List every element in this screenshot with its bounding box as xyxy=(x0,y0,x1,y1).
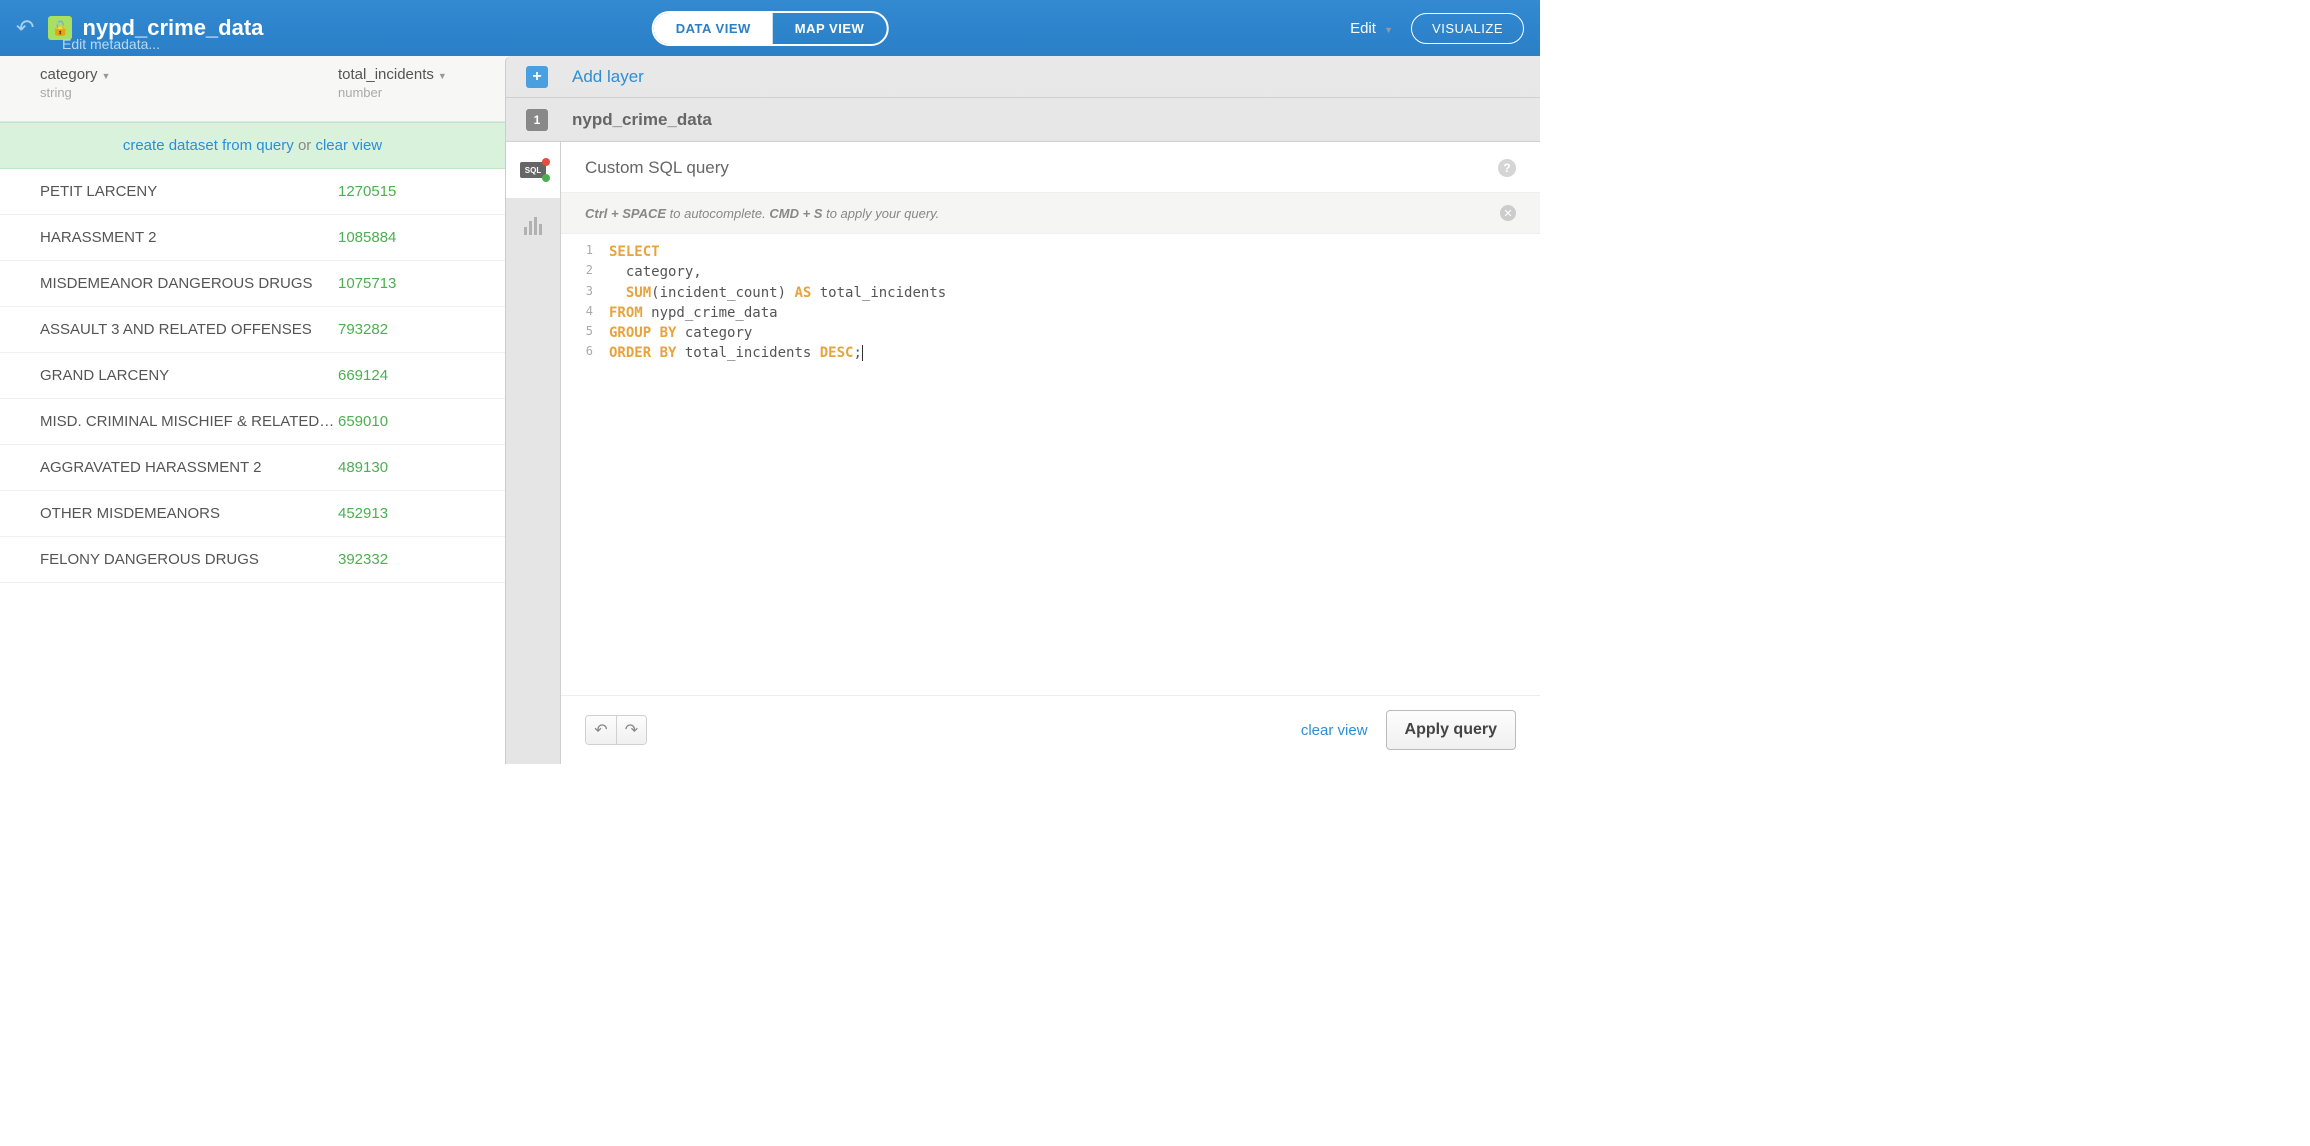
sql-code-editor[interactable]: 1SELECT2 category,3 SUM(incident_count) … xyxy=(561,234,1540,364)
view-toggle: DATA VIEW MAP VIEW xyxy=(652,11,889,46)
edit-metadata-link[interactable]: Edit metadata... xyxy=(62,36,160,52)
cell-total-incidents: 489130 xyxy=(338,459,388,476)
table-row[interactable]: OTHER MISDEMEANORS452913 xyxy=(0,491,505,537)
table-row[interactable]: HARASSMENT 21085884 xyxy=(0,215,505,261)
undo-redo-group: ↶ ↷ xyxy=(585,715,647,745)
cell-total-incidents: 669124 xyxy=(338,367,388,384)
sql-tab[interactable]: SQL xyxy=(506,142,560,198)
top-header: ↶ 🔓 nypd_crime_data Edit metadata... DAT… xyxy=(0,0,1540,56)
cell-category: GRAND LARCENY xyxy=(40,367,338,384)
cell-total-incidents: 1075713 xyxy=(338,275,396,292)
redo-button[interactable]: ↷ xyxy=(616,716,646,744)
cell-category: MISDEMEANOR DANGEROUS DRUGS xyxy=(40,275,338,292)
cell-category: HARASSMENT 2 xyxy=(40,229,338,246)
close-hint-icon[interactable]: ✕ xyxy=(1500,205,1516,221)
column-header-category[interactable]: category▼ string xyxy=(40,56,338,121)
layer-row[interactable]: 1 nypd_crime_data xyxy=(506,98,1540,142)
sql-panel: + Add layer 1 nypd_crime_data SQL Custom… xyxy=(505,56,1540,764)
add-layer-label[interactable]: Add layer xyxy=(572,67,644,87)
status-dot-green xyxy=(542,174,550,182)
table-row[interactable]: MISDEMEANOR DANGEROUS DRUGS1075713 xyxy=(0,261,505,307)
help-icon[interactable]: ? xyxy=(1498,159,1516,177)
editor-title: Custom SQL query xyxy=(585,158,729,178)
add-layer-button[interactable]: + xyxy=(526,66,548,88)
query-result-banner: create dataset from query or clear view xyxy=(0,122,505,169)
data-view-tab[interactable]: DATA VIEW xyxy=(654,13,773,44)
create-dataset-link[interactable]: create dataset from query xyxy=(123,137,294,154)
bar-chart-icon xyxy=(524,217,542,235)
editor-footer: ↶ ↷ clear view Apply query xyxy=(561,695,1540,764)
editor-area: SQL Custom SQL query ? Ctrl + SPACE to a… xyxy=(506,142,1540,764)
cell-total-incidents: 793282 xyxy=(338,321,388,338)
layer-number-badge: 1 xyxy=(526,109,548,131)
table-row[interactable]: PETIT LARCENY1270515 xyxy=(0,169,505,215)
table-row[interactable]: MISD. CRIMINAL MISCHIEF & RELATED OFFE..… xyxy=(0,399,505,445)
cell-category: OTHER MISDEMEANORS xyxy=(40,505,338,522)
map-view-tab[interactable]: MAP VIEW xyxy=(773,13,887,44)
apply-query-button[interactable]: Apply query xyxy=(1386,710,1516,750)
editor-main: Custom SQL query ? Ctrl + SPACE to autoc… xyxy=(561,142,1540,764)
banner-or: or xyxy=(298,137,316,154)
undo-button[interactable]: ↶ xyxy=(586,716,616,744)
status-dot-red xyxy=(542,158,550,166)
cell-category: MISD. CRIMINAL MISCHIEF & RELATED OFFE..… xyxy=(40,413,338,430)
cell-total-incidents: 452913 xyxy=(338,505,388,522)
clear-view-link[interactable]: clear view xyxy=(1301,722,1368,739)
cell-category: AGGRAVATED HARASSMENT 2 xyxy=(40,459,338,476)
table-row[interactable]: ASSAULT 3 AND RELATED OFFENSES793282 xyxy=(0,307,505,353)
chevron-down-icon: ▼ xyxy=(102,71,111,81)
layer-header: + Add layer xyxy=(506,56,1540,98)
editor-header: Custom SQL query ? xyxy=(561,142,1540,193)
chevron-down-icon: ▼ xyxy=(1384,25,1393,35)
chart-tab[interactable] xyxy=(506,198,560,254)
cell-category: ASSAULT 3 AND RELATED OFFENSES xyxy=(40,321,338,338)
cell-total-incidents: 1270515 xyxy=(338,183,396,200)
back-arrow-icon[interactable]: ↶ xyxy=(16,15,34,41)
sql-icon: SQL xyxy=(520,162,546,178)
cell-total-incidents: 659010 xyxy=(338,413,388,430)
cell-total-incidents: 1085884 xyxy=(338,229,396,246)
cell-category: PETIT LARCENY xyxy=(40,183,338,200)
data-rows: PETIT LARCENY1270515HARASSMENT 21085884M… xyxy=(0,169,505,583)
clear-view-link-banner[interactable]: clear view xyxy=(315,137,382,154)
table-row[interactable]: FELONY DANGEROUS DRUGS392332 xyxy=(0,537,505,583)
edit-dropdown[interactable]: Edit ▼ xyxy=(1350,20,1393,37)
table-row[interactable]: AGGRAVATED HARASSMENT 2489130 xyxy=(0,445,505,491)
data-table-panel: category▼ string total_incidents▼ number… xyxy=(0,56,505,764)
hint-bar: Ctrl + SPACE to autocomplete. CMD + S to… xyxy=(561,193,1540,234)
table-header: category▼ string total_incidents▼ number xyxy=(0,56,505,122)
side-tabs: SQL xyxy=(506,142,561,764)
table-row[interactable]: GRAND LARCENY669124 xyxy=(0,353,505,399)
chevron-down-icon: ▼ xyxy=(438,71,447,81)
cell-category: FELONY DANGEROUS DRUGS xyxy=(40,551,338,568)
visualize-button[interactable]: VISUALIZE xyxy=(1411,13,1524,44)
topbar-right: Edit ▼ VISUALIZE xyxy=(1350,13,1524,44)
cell-total-incidents: 392332 xyxy=(338,551,388,568)
layer-name: nypd_crime_data xyxy=(572,110,712,130)
